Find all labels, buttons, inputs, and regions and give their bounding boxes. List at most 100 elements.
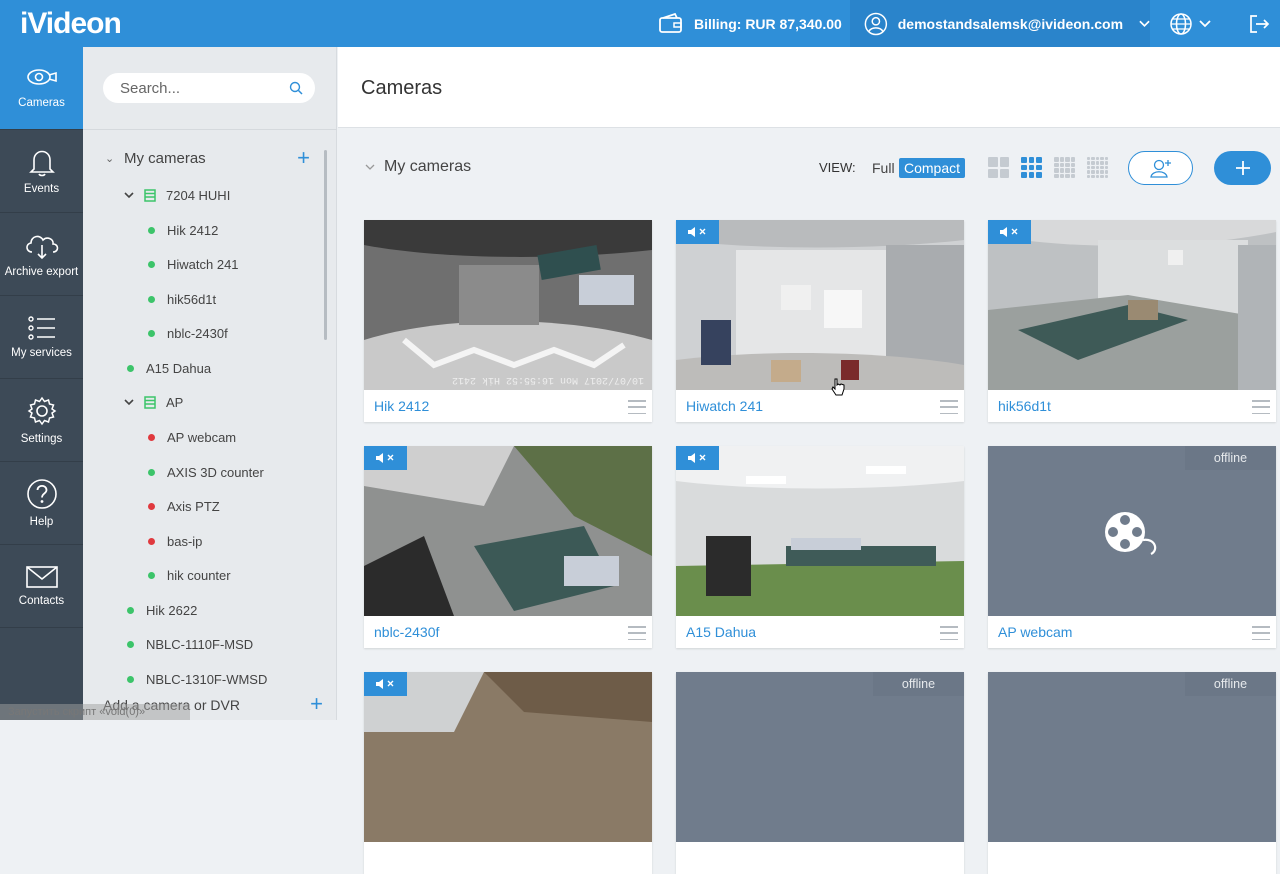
tree-camera-item[interactable]: AXIS 3D counter	[148, 462, 264, 482]
add-group-icon[interactable]: +	[297, 145, 310, 171]
camera-card[interactable]: offline AP webcam	[988, 446, 1276, 648]
camera-menu-icon[interactable]	[940, 400, 958, 414]
camera-menu-icon[interactable]	[628, 400, 646, 414]
camera-name[interactable]: nblc-2430f	[374, 624, 439, 640]
nav-events[interactable]: Events	[0, 130, 83, 213]
nav-archive-export[interactable]: Archive export	[0, 213, 83, 296]
tree-item-label: AXIS 3D counter	[167, 464, 264, 480]
muted-audio-icon[interactable]	[676, 220, 719, 244]
tree-camera-item[interactable]: NBLC-1310F-WMSD	[127, 669, 267, 689]
camera-preview-offline[interactable]: offline	[988, 672, 1276, 842]
nav-label: Contacts	[18, 595, 65, 607]
search-icon[interactable]	[289, 81, 303, 95]
browser-status-text: Запустить скрипт «void(0)»	[0, 704, 190, 720]
billing-link[interactable]: Billing: RUR 87,340.00	[640, 0, 850, 47]
tree-item-label: hik counter	[167, 567, 231, 583]
camera-card[interactable]: A15 Dahua	[676, 446, 964, 648]
nav-cameras[interactable]: Cameras	[0, 47, 83, 130]
tree-camera-item[interactable]: Hik 2622	[127, 600, 197, 620]
tree-dvr[interactable]: 7204 HUHI	[124, 185, 230, 205]
offline-badge: offline	[1185, 672, 1276, 696]
camera-preview-offline[interactable]: offline	[988, 446, 1276, 616]
muted-audio-icon[interactable]	[364, 672, 407, 696]
tree-dvr[interactable]: AP	[124, 392, 183, 412]
add-camera-icon[interactable]: +	[310, 693, 323, 715]
grid-3x3-icon[interactable]	[1021, 157, 1042, 178]
muted-audio-icon[interactable]	[364, 446, 407, 470]
nav-my-services[interactable]: My services	[0, 296, 83, 379]
tree-camera-item[interactable]: AP webcam	[148, 427, 236, 447]
tree-camera-item[interactable]: nblc-2430f	[148, 323, 228, 343]
muted-audio-icon[interactable]	[988, 220, 1031, 244]
nav-settings[interactable]: Settings	[0, 379, 83, 462]
camera-card[interactable]: Hiwatch 241	[676, 220, 964, 422]
tree-item-label: Hik 2412	[167, 222, 219, 238]
camera-snapshot: 10/07/2017 Mon 16:55:52 Hik 2412	[364, 220, 652, 390]
tree-camera-item[interactable]: Axis PTZ	[148, 496, 220, 516]
logout-button[interactable]	[1238, 0, 1280, 47]
camera-preview[interactable]: 10/07/2017 Mon 16:55:52 Hik 2412	[364, 220, 652, 390]
nav-help[interactable]: Help	[0, 462, 83, 545]
chevron-down-icon[interactable]: ⌄	[105, 152, 119, 165]
tree-camera-item[interactable]: bas-ip	[148, 531, 202, 551]
camera-card[interactable]: nblc-2430f	[364, 446, 652, 648]
grid-5x5-icon[interactable]	[1087, 157, 1108, 178]
chevron-down-icon[interactable]	[124, 398, 134, 406]
tree-scrollbar[interactable]	[324, 150, 327, 340]
tree-group-my-cameras[interactable]: ⌄ My cameras +	[105, 145, 310, 171]
camera-card[interactable]	[364, 672, 652, 874]
tree-camera-item[interactable]: Hiwatch 241	[148, 254, 239, 274]
nav-label: Events	[23, 183, 60, 195]
nav-label: Archive export	[4, 266, 79, 278]
search-input[interactable]	[120, 79, 289, 97]
add-camera-button[interactable]	[1214, 151, 1271, 185]
view-compact-toggle[interactable]: Compact	[899, 158, 966, 178]
camera-snapshot	[364, 672, 652, 842]
tree-camera-item[interactable]: NBLC-1110F-MSD	[127, 634, 253, 654]
chevron-down-icon[interactable]	[365, 164, 375, 171]
camera-name[interactable]: Hik 2412	[374, 398, 429, 414]
nav-label: Settings	[20, 433, 63, 445]
search-box[interactable]	[103, 73, 315, 103]
tree-camera-item[interactable]: A15 Dahua	[127, 358, 211, 378]
camera-preview-offline[interactable]: offline	[676, 672, 964, 842]
camera-card[interactable]: hik56d1t	[988, 220, 1276, 422]
camera-card[interactable]: 10/07/2017 Mon 16:55:52 Hik 2412 Hik 241…	[364, 220, 652, 422]
camera-card[interactable]: offline	[988, 672, 1276, 874]
grid-2x2-icon[interactable]	[988, 157, 1009, 178]
camera-preview[interactable]	[676, 220, 964, 390]
language-menu[interactable]	[1160, 0, 1220, 47]
share-camera-button[interactable]	[1128, 151, 1193, 185]
account-email: demostandsalemsk@ivideon.com	[897, 15, 1124, 32]
account-menu[interactable]: demostandsalemsk@ivideon.com	[850, 0, 1150, 47]
nav-contacts[interactable]: Contacts	[0, 545, 83, 628]
camera-menu-icon[interactable]	[628, 626, 646, 640]
grid-4x4-icon[interactable]	[1054, 157, 1075, 178]
camera-menu-icon[interactable]	[940, 626, 958, 640]
camera-name[interactable]: AP webcam	[998, 624, 1072, 640]
tree-camera-item[interactable]: hik56d1t	[148, 289, 216, 309]
offline-badge: offline	[873, 672, 964, 696]
camera-preview[interactable]	[988, 220, 1276, 390]
camera-name[interactable]: Hiwatch 241	[686, 398, 763, 414]
mail-icon	[25, 566, 58, 588]
camera-name[interactable]: hik56d1t	[998, 398, 1051, 414]
camera-card[interactable]: offline	[676, 672, 964, 874]
camera-menu-icon[interactable]	[1252, 626, 1270, 640]
camera-preview[interactable]	[676, 446, 964, 616]
nav-label: Cameras	[18, 97, 65, 109]
muted-audio-icon[interactable]	[676, 446, 719, 470]
camera-preview[interactable]	[364, 672, 652, 842]
tree-camera-item[interactable]: hik counter	[148, 565, 231, 585]
camera-preview[interactable]	[364, 446, 652, 616]
camera-menu-icon[interactable]	[1252, 400, 1270, 414]
billing-amount: Billing: RUR 87,340.00	[694, 15, 842, 32]
ivideon-logo[interactable]: iVideon	[0, 0, 170, 47]
view-full-toggle[interactable]: Full	[872, 160, 895, 176]
chevron-down-icon[interactable]	[124, 191, 134, 199]
add-user-icon	[1149, 159, 1171, 178]
camera-name[interactable]: A15 Dahua	[686, 624, 756, 640]
tree-camera-item[interactable]: Hik 2412	[148, 220, 218, 240]
list-icon	[27, 316, 55, 340]
group-toggle[interactable]: My cameras	[365, 158, 471, 176]
